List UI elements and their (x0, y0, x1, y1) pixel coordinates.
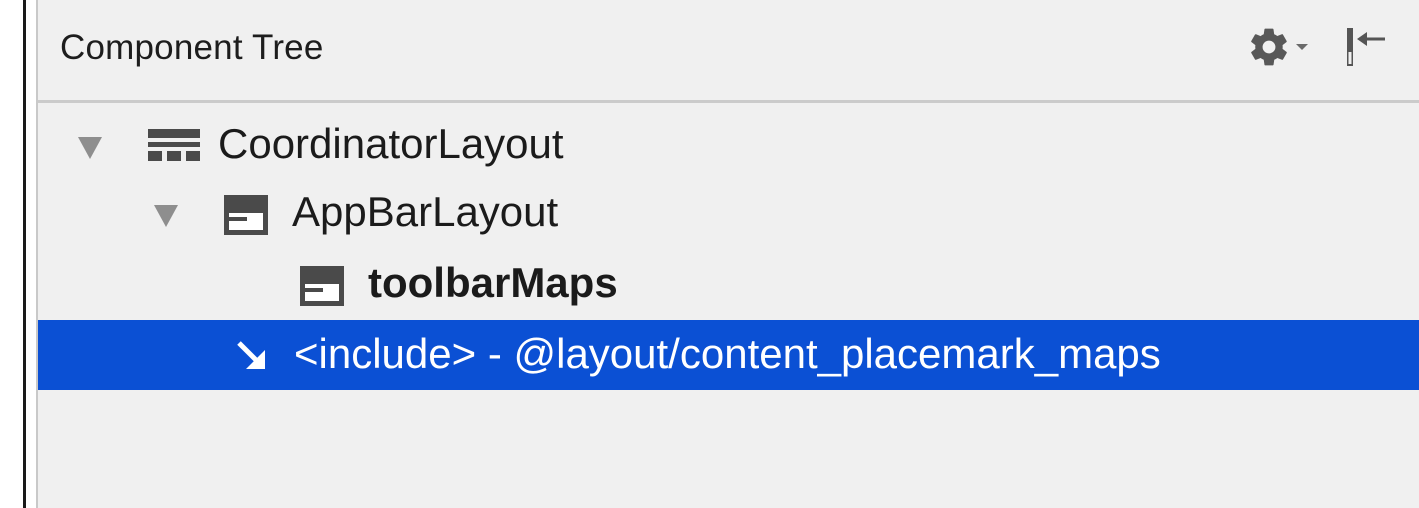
appbar-layout-icon (224, 195, 268, 235)
toolbar-icon (300, 266, 344, 306)
window-frame-edge (23, 0, 26, 508)
collapse-panel-icon (1347, 28, 1385, 66)
tree-item-label: CoordinatorLayout (218, 120, 564, 167)
include-arrow-icon (237, 341, 265, 369)
chevron-down-icon (1296, 44, 1308, 50)
panel-title: Component Tree (60, 28, 324, 67)
tree-item-label: AppBarLayout (292, 188, 559, 235)
settings-menu-button[interactable] (1247, 25, 1309, 69)
collapse-panel-button[interactable] (1343, 24, 1389, 70)
tree-item-appbarlayout[interactable]: AppBarLayout (38, 180, 1419, 250)
header-actions (1247, 24, 1389, 70)
expand-arrow-icon[interactable] (78, 137, 102, 159)
gear-icon (1251, 28, 1287, 66)
tree-item-label: toolbarMaps (368, 259, 618, 306)
tree-item-coordinatorlayout[interactable]: CoordinatorLayout (38, 110, 1419, 180)
tree-item-label: <include> - @layout/content_placemark_ma… (294, 330, 1161, 377)
panel-header: Component Tree (38, 0, 1419, 103)
expand-arrow-icon[interactable] (154, 205, 178, 227)
tree-item-include[interactable]: <include> - @layout/content_placemark_ma… (38, 320, 1419, 390)
component-tree-panel: Component Tree CoordinatorLayout AppBarL… (36, 0, 1419, 508)
tree-item-toolbarmaps[interactable]: toolbarMaps (38, 250, 1419, 320)
component-tree: CoordinatorLayout AppBarLayout toolbarMa… (38, 106, 1419, 508)
coordinator-layout-icon (148, 129, 200, 161)
